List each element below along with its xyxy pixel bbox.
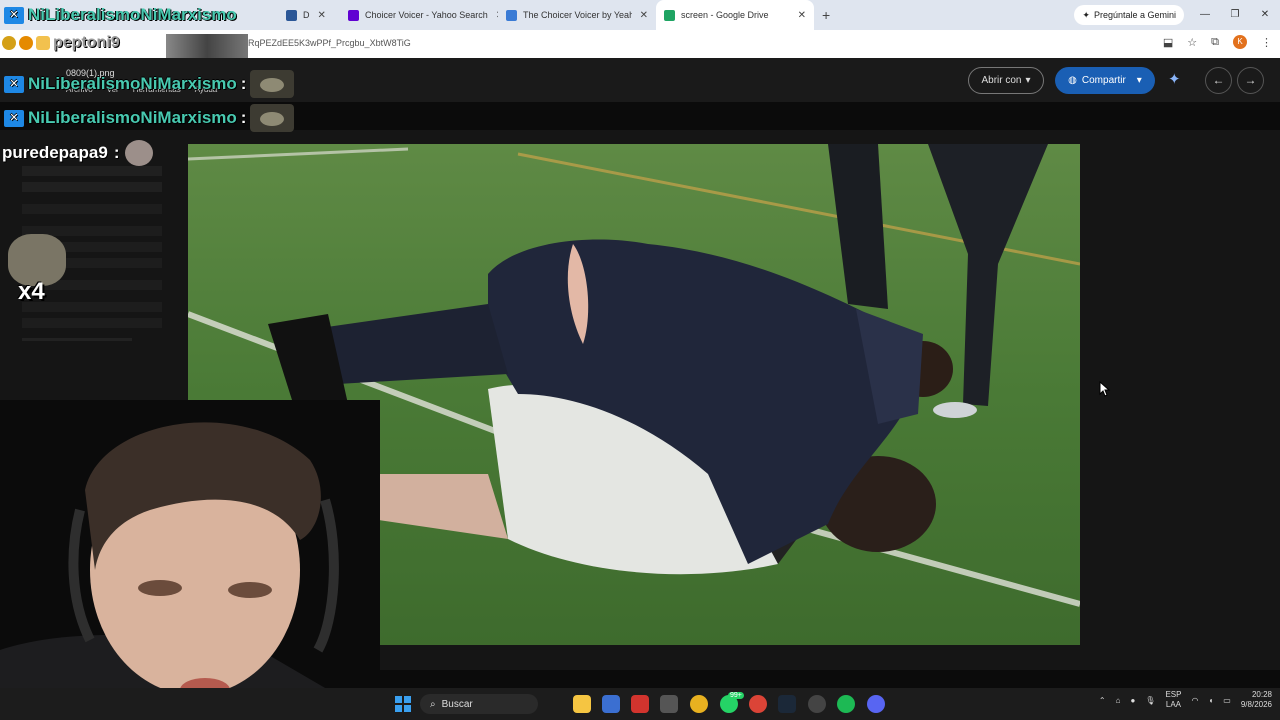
- close-icon[interactable]: ✕: [798, 10, 806, 21]
- tab-yahoo-search[interactable]: Choicer Voicer - Yahoo Search ✕: [340, 0, 498, 30]
- seal-emote-icon: [250, 70, 295, 98]
- badge-icon: [36, 36, 50, 50]
- chat-message: ✕ NiLiberalismoNiMarxismo :: [4, 104, 295, 132]
- discord-icon[interactable]: [867, 695, 885, 713]
- tab-favicon-icon: [286, 9, 297, 21]
- webcam-feed: [0, 400, 380, 720]
- app-icon[interactable]: [631, 695, 649, 713]
- streamer-face: [0, 400, 380, 720]
- new-tab-button[interactable]: +: [822, 7, 830, 23]
- clock[interactable]: 20:28 9/8/2026: [1241, 690, 1272, 710]
- chevron-down-icon[interactable]: ▾: [1137, 75, 1142, 86]
- install-app-icon[interactable]: ⬓: [1163, 36, 1173, 49]
- taskbar-search[interactable]: ⌕ Buscar: [420, 694, 538, 714]
- tab-choicer-voicer[interactable]: The Choicer Voicer by YeahMa ✕: [498, 0, 656, 30]
- steam-icon[interactable]: [778, 695, 796, 713]
- tab-title: The Choicer Voicer by YeahMa: [523, 10, 632, 20]
- app-tray-icon[interactable]: ●: [1130, 696, 1135, 705]
- chat-message: puredepapa9 :: [2, 140, 154, 166]
- google-drive-icon: [664, 9, 675, 21]
- tab-title: D: [303, 10, 310, 20]
- gemini-spark-icon[interactable]: ✦: [1168, 70, 1181, 88]
- ask-gemini-button[interactable]: ✦ Pregúntale a Gemini: [1074, 5, 1184, 25]
- profile-avatar[interactable]: K: [1233, 35, 1247, 49]
- badge-icon: [2, 36, 16, 50]
- window-controls: — ❐ ✕: [1190, 0, 1280, 30]
- chat-username: puredepapa9: [2, 143, 108, 162]
- thumbnail-image: [166, 34, 248, 58]
- chat-username: NiLiberalismoNiMarxismo: [28, 108, 237, 127]
- search-icon: ⌕: [430, 698, 436, 710]
- tab-title: Choicer Voicer - Yahoo Search: [365, 10, 488, 20]
- search-label: Buscar: [441, 698, 473, 710]
- chat-username: NiLiberalismoNiMarxismo: [28, 5, 237, 24]
- notification-badge: 99+: [728, 692, 744, 699]
- screen: D ✕ Choicer Voicer - Yahoo Search ✕ The …: [0, 0, 1280, 720]
- chevron-up-icon[interactable]: ⌃: [1099, 696, 1106, 705]
- app-icon[interactable]: [602, 695, 620, 713]
- store-icon[interactable]: [660, 695, 678, 713]
- tab-title: screen - Google Drive: [681, 10, 769, 20]
- url-text[interactable]: RqPEZdEE5K3wPPf_Prcgbu_XbtW8TiG: [248, 38, 411, 48]
- extensions-icon[interactable]: ⧉: [1211, 36, 1219, 49]
- share-button[interactable]: ◍ Compartir ▾: [1055, 67, 1155, 94]
- windows-start-icon[interactable]: [395, 696, 411, 712]
- clock-date: 9/8/2026: [1240, 700, 1272, 709]
- emote-icon: [125, 140, 154, 166]
- microphone-icon[interactable]: 🎙: [1145, 696, 1155, 705]
- wifi-icon[interactable]: ◠: [1191, 696, 1198, 705]
- open-with-label: Abrir con: [981, 75, 1022, 86]
- toolbar-icons: ⬓ ☆ ⧉ K ⋮: [1163, 35, 1272, 49]
- seal-emote-icon: [250, 104, 295, 132]
- chat-separator: :: [240, 74, 247, 93]
- clock-time: 20:28: [1251, 690, 1272, 699]
- chat-overlay-row: ✕ NiLiberalismoNiMarxismo: [4, 5, 237, 25]
- gemini-label: Pregúntale a Gemini: [1093, 10, 1176, 20]
- chat-username: NiLiberalismoNiMarxismo: [28, 74, 237, 93]
- volume-icon[interactable]: ◖: [1208, 696, 1213, 705]
- close-icon[interactable]: ✕: [640, 10, 648, 21]
- chat-separator: :: [240, 108, 247, 127]
- battery-icon[interactable]: ▭: [1223, 696, 1231, 705]
- menu-kebab-icon[interactable]: ⋮: [1261, 36, 1272, 49]
- twitch-icon: ✕: [4, 75, 24, 93]
- bookmark-star-icon[interactable]: ☆: [1187, 36, 1197, 49]
- close-window-button[interactable]: ✕: [1250, 0, 1280, 30]
- gemini-icon: ✦: [1082, 9, 1090, 20]
- system-tray: ⌃ ⌂ ● 🎙 ESP LAA ◠ ◖ ▭ 20:28 9/8/2026: [1099, 690, 1272, 710]
- language-code: ESP: [1165, 690, 1182, 699]
- twitch-icon: ✕: [4, 6, 24, 24]
- language-indicator[interactable]: ESP LAA: [1165, 690, 1181, 710]
- chrome-icon[interactable]: [690, 695, 708, 713]
- twitch-icon: ✕: [4, 109, 24, 127]
- chat-message: ✕ NiLiberalismoNiMarxismo :: [4, 70, 295, 98]
- badge-icon: [19, 36, 33, 50]
- open-with-button[interactable]: Abrir con ▾: [968, 67, 1044, 94]
- mouse-cursor-icon: [1099, 381, 1111, 397]
- chat-peptoni: peptoni9: [2, 34, 120, 52]
- keyboard-layout: LAA: [1165, 700, 1182, 709]
- chevron-down-icon: ▾: [1025, 75, 1031, 86]
- tab-google-drive[interactable]: screen - Google Drive ✕: [656, 0, 814, 30]
- spotify-icon[interactable]: [837, 695, 855, 713]
- chrome-icon[interactable]: [749, 695, 767, 713]
- app-icon[interactable]: [808, 695, 826, 713]
- chat-username: peptoni9: [53, 34, 120, 51]
- next-file-button[interactable]: →: [1237, 67, 1264, 94]
- maximize-button[interactable]: ❐: [1220, 0, 1250, 30]
- chat-separator: :: [113, 143, 120, 162]
- yahoo-icon: [348, 9, 359, 21]
- globe-icon: ◍: [1068, 75, 1077, 86]
- minimize-button[interactable]: —: [1190, 0, 1220, 30]
- emote-multiplier: x4: [18, 278, 45, 305]
- doc-icon: [506, 9, 517, 21]
- share-label: Compartir: [1081, 75, 1126, 86]
- file-explorer-icon[interactable]: [573, 695, 591, 713]
- previous-file-button[interactable]: ←: [1205, 67, 1232, 94]
- chat-overlay-tab: ✕ NiLiberalismoNiMarxismo: [0, 0, 278, 30]
- close-icon[interactable]: ✕: [318, 10, 326, 21]
- network-icon[interactable]: ⌂: [1116, 696, 1121, 705]
- tab-d[interactable]: D ✕: [278, 0, 340, 30]
